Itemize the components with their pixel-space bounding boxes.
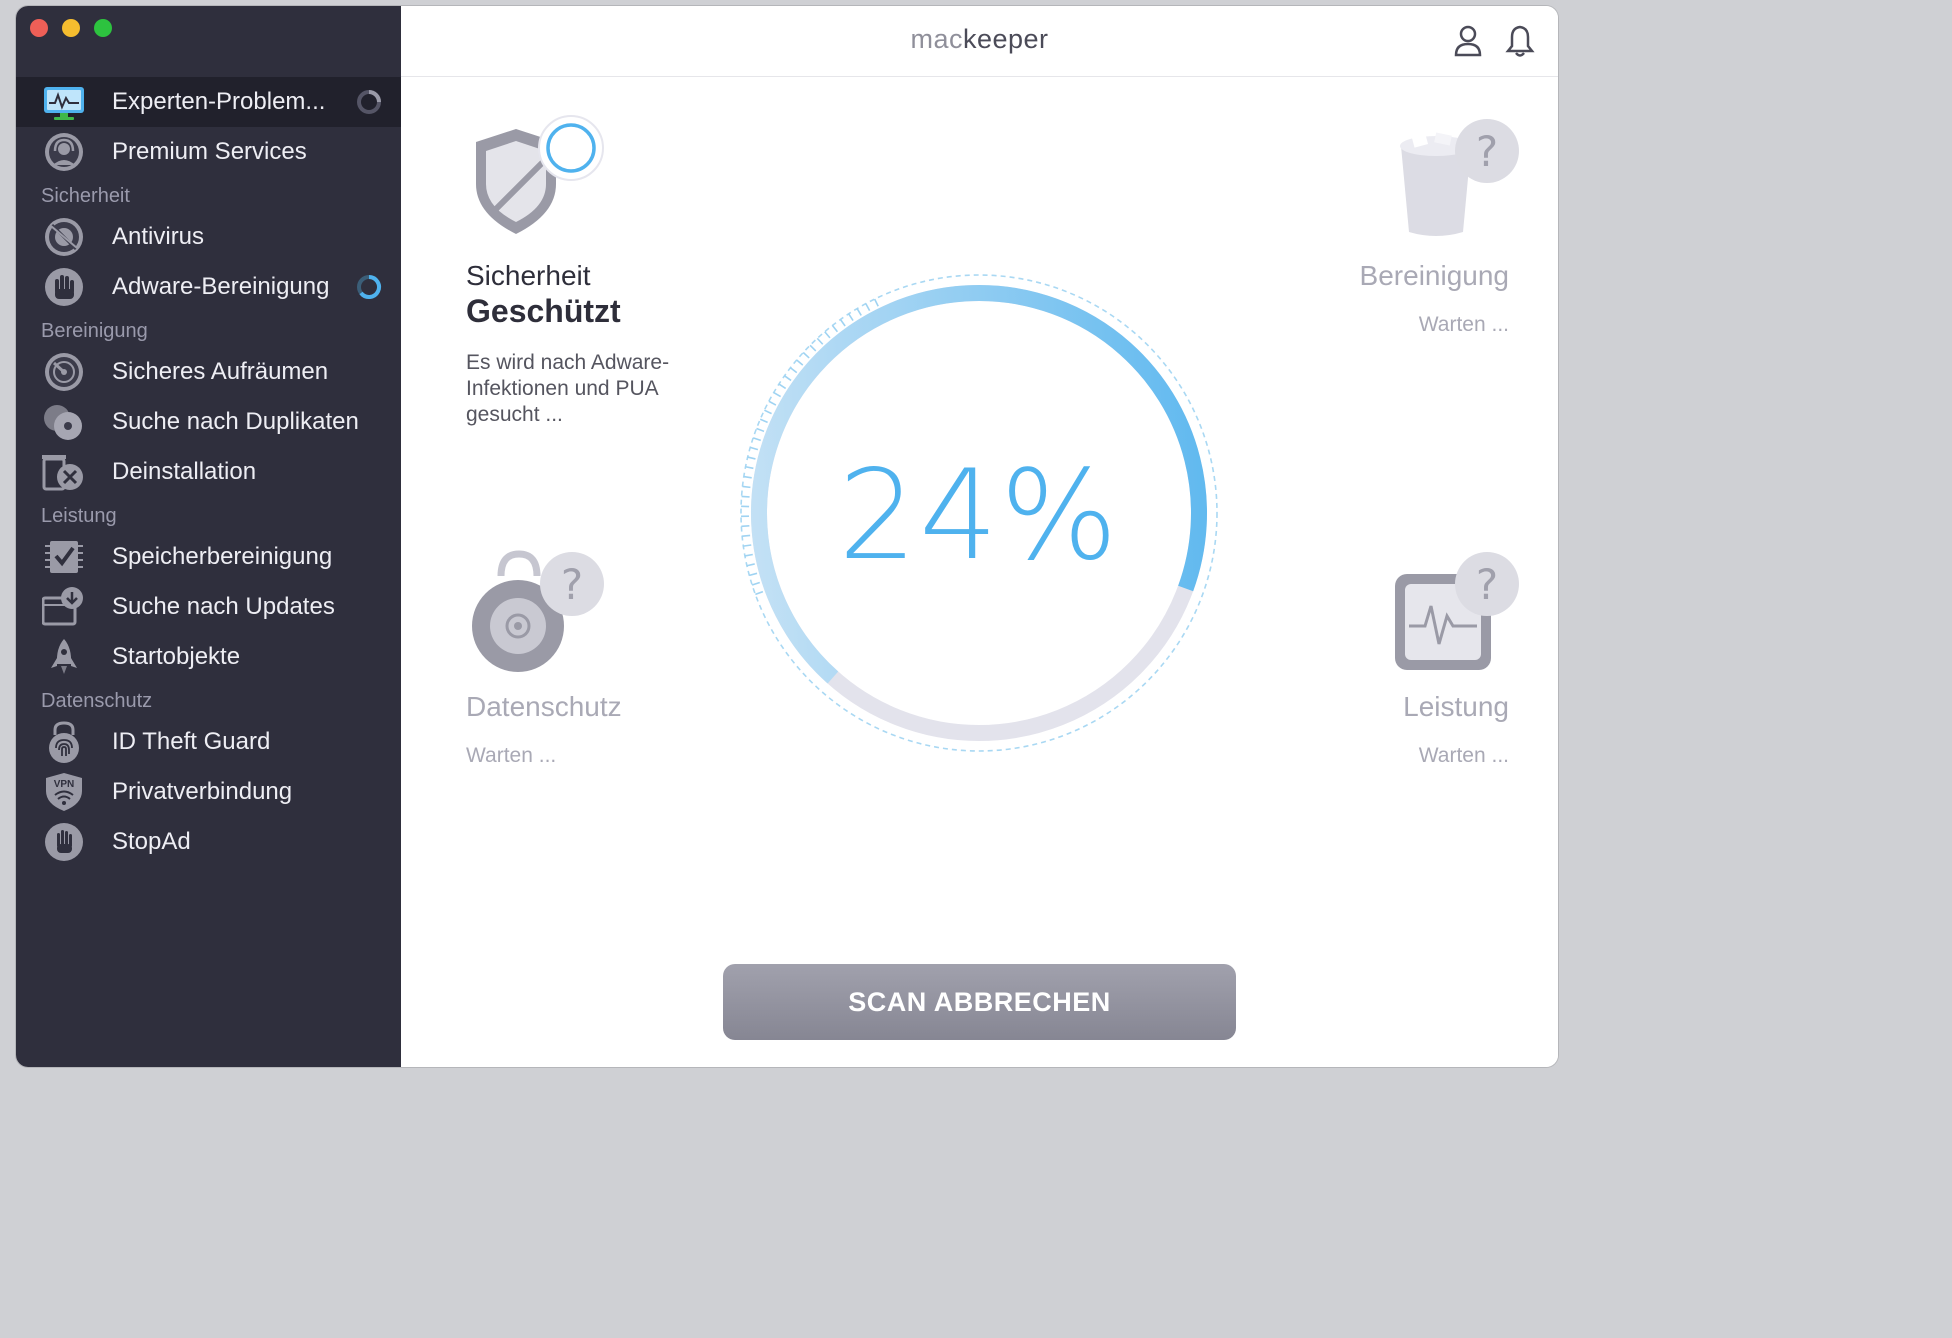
security-card-title: Sicherheit xyxy=(466,260,591,291)
progress-tick xyxy=(778,383,787,390)
progress-tick xyxy=(802,351,810,359)
progress-tick xyxy=(784,375,792,382)
sidebar-item-startobjekte[interactable]: Startobjekte xyxy=(16,632,401,682)
antivirus-icon xyxy=(45,218,83,256)
scan-progress-percent: 24% xyxy=(838,444,1120,588)
sidebar-item-label: Adware-Bereinigung xyxy=(112,273,330,300)
sidebar-item-label: Startobjekte xyxy=(112,643,241,670)
progress-tick xyxy=(768,400,777,406)
progress-tick xyxy=(764,409,772,415)
zoom-window-button[interactable] xyxy=(94,19,112,37)
sidebar-item-label: Deinstallation xyxy=(112,458,257,485)
svg-text:?: ? xyxy=(561,560,583,609)
security-card-description: Es wird nach Adware-Infektionen und PUA … xyxy=(466,351,670,426)
sidebar-item-label: Sicheres Aufräumen xyxy=(112,358,329,385)
sidebar-item-label: Suche nach Duplikaten xyxy=(112,408,359,435)
sidebar-item-premium-services[interactable]: Premium Services xyxy=(16,127,401,177)
vpn-shield-icon: VPN xyxy=(46,773,82,811)
top-bar: mackeeper xyxy=(401,6,1558,77)
trash-bin-icon: ? xyxy=(1400,119,1519,236)
main-panel: mackeeper Sicherheit Geschützt Es wird n… xyxy=(401,6,1558,1067)
hand-icon xyxy=(45,268,83,306)
progress-tick xyxy=(839,319,846,327)
progress-tick xyxy=(824,331,831,339)
sidebar-item-antivirus[interactable]: Antivirus xyxy=(16,212,401,262)
close-window-button[interactable] xyxy=(30,19,48,37)
cleaning-card-status: Warten ... xyxy=(1418,313,1509,336)
sidebar-item-stopad[interactable]: StopAd xyxy=(16,817,401,867)
memory-chip-icon xyxy=(45,541,83,573)
duplicates-icon xyxy=(44,405,82,440)
account-icon[interactable] xyxy=(1453,24,1483,58)
progress-tick xyxy=(796,359,804,366)
sidebar-item-label: Premium Services xyxy=(112,138,307,165)
sidebar-item-label: ID Theft Guard xyxy=(112,728,271,755)
cleaning-card-title: Bereinigung xyxy=(1359,260,1509,291)
performance-monitor-icon: ? xyxy=(1395,552,1519,670)
progress-tick xyxy=(759,418,768,424)
app-window: Experten-Problem... Premium Services Sic… xyxy=(16,6,1558,1067)
privacy-card-status: Warten ... xyxy=(466,744,557,767)
sidebar-item-deinstallation[interactable]: Deinstallation xyxy=(16,447,401,497)
updates-icon xyxy=(42,587,83,626)
svg-text:?: ? xyxy=(1476,560,1498,609)
performance-card-title: Leistung xyxy=(1403,691,1509,722)
progress-tick xyxy=(756,427,765,433)
sidebar: Experten-Problem... Premium Services Sic… xyxy=(16,6,401,1067)
progress-tick xyxy=(809,344,817,352)
section-label-sicherheit: Sicherheit xyxy=(41,185,130,207)
sidebar-item-updates[interactable]: Suche nach Updates xyxy=(16,582,401,632)
uninstall-icon xyxy=(42,455,83,491)
minimize-window-button[interactable] xyxy=(62,19,80,37)
sidebar-item-speicherbereinigung[interactable]: Speicherbereinigung xyxy=(16,532,401,582)
safe-lock-icon: ? xyxy=(472,550,604,672)
sidebar-item-label: Suche nach Updates xyxy=(112,593,335,620)
section-label-bereinigung: Bereinigung xyxy=(41,320,148,342)
spinner-icon xyxy=(357,90,381,114)
svg-text:?: ? xyxy=(1476,127,1498,176)
rocket-icon xyxy=(51,639,77,674)
headset-icon xyxy=(45,133,83,171)
sidebar-item-label: Speicherbereinigung xyxy=(112,543,333,570)
app-logo: mackeeper xyxy=(910,24,1049,54)
sidebar-item-label: Privatverbindung xyxy=(112,778,293,805)
monitor-icon xyxy=(44,87,84,120)
sidebar-item-duplikate[interactable]: Suche nach Duplikaten xyxy=(16,397,401,447)
sidebar-item-experten[interactable]: Experten-Problem... xyxy=(16,77,401,127)
progress-tick xyxy=(789,367,798,374)
sidebar-item-label: Experten-Problem... xyxy=(112,88,326,115)
progress-tick xyxy=(865,303,871,312)
progress-tick xyxy=(773,391,782,398)
security-card-status: Geschützt xyxy=(466,293,621,329)
privacy-card-title: Datenschutz xyxy=(466,691,622,722)
performance-card-status: Warten ... xyxy=(1418,744,1509,767)
progress-tick xyxy=(752,437,762,442)
spinner-icon xyxy=(357,275,381,299)
stopad-hand-icon xyxy=(45,823,83,861)
progress-tick xyxy=(856,308,862,316)
section-label-leistung: Leistung xyxy=(41,505,117,527)
section-label-datenschutz: Datenschutz xyxy=(41,690,153,712)
sidebar-item-id-theft-guard[interactable]: ID Theft Guard xyxy=(16,717,401,767)
progress-tick xyxy=(831,324,839,333)
sidebar-item-privatverbindung[interactable]: VPN Privatverbindung xyxy=(16,767,401,817)
cancel-scan-button[interactable]: SCAN ABBRECHEN xyxy=(723,964,1236,1040)
sidebar-item-label: StopAd xyxy=(112,828,191,855)
sidebar-item-adware-bereinigung[interactable]: Adware-Bereinigung xyxy=(16,262,401,312)
progress-tick xyxy=(848,313,854,321)
progress-tick xyxy=(816,337,824,345)
shield-icon xyxy=(476,115,604,234)
sidebar-item-label: Antivirus xyxy=(112,223,205,250)
progress-tick xyxy=(873,298,879,307)
progress-tick xyxy=(755,590,764,596)
fingerprint-lock-icon xyxy=(49,721,79,763)
svg-text:VPN: VPN xyxy=(54,779,75,790)
broom-disc-icon xyxy=(45,353,83,391)
sidebar-item-sicheres-aufraeumen[interactable]: Sicheres Aufräumen xyxy=(16,347,401,397)
bell-icon[interactable] xyxy=(1505,24,1535,58)
